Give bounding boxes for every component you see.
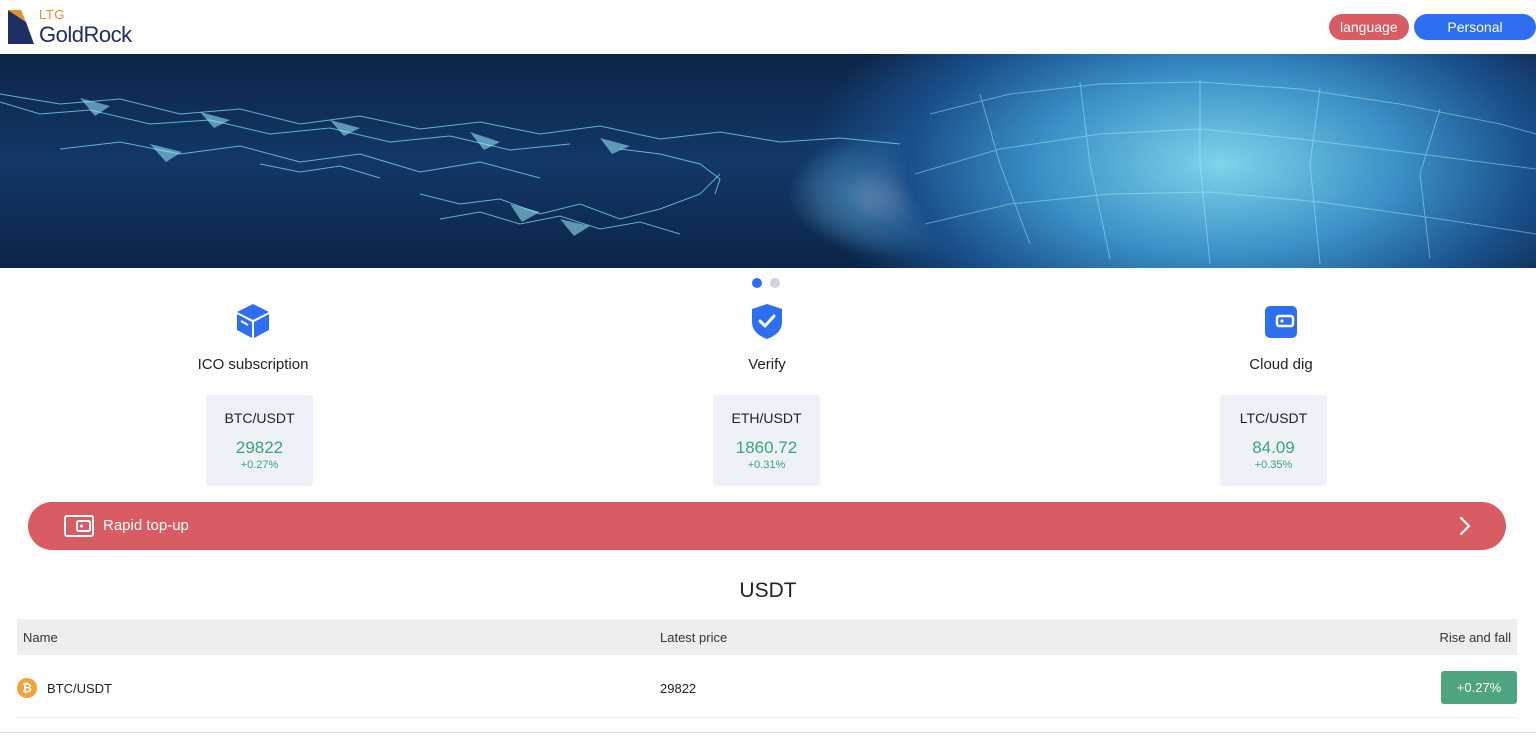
banner-network-graphic (0, 80, 1536, 265)
row-change-badge: +0.27% (1441, 671, 1517, 704)
chevron-right-icon (1459, 516, 1471, 536)
ticker-pair: ETH/USDT (731, 410, 802, 426)
divider (0, 732, 1536, 733)
ticker-pair: BTC/USDT (224, 410, 295, 426)
hero-banner[interactable] (0, 54, 1536, 268)
column-header-latest-price: Latest price (660, 630, 728, 645)
ticker-card-btc[interactable]: BTC/USDT 29822 +0.27% (206, 395, 313, 486)
ticker-price: 84.09 (1252, 438, 1295, 457)
ticker-price: 29822 (235, 438, 284, 457)
language-button[interactable]: language (1329, 14, 1409, 40)
column-header-rise-and-fall: Rise and fall (1439, 630, 1511, 645)
header: LTG GoldRock language Personal Center (0, 0, 1536, 61)
ticker-price: 1860.72 (735, 438, 798, 457)
ticker-pair: LTC/USDT (1239, 410, 1308, 426)
table-row[interactable]: ₿ BTC/USDT 29822 +0.27% (17, 662, 1517, 718)
feature-label: Verify (748, 356, 786, 373)
ticker-card-ltc[interactable]: LTC/USDT 84.09 +0.35% (1220, 395, 1327, 486)
rapid-topup-label: Rapid top-up (103, 517, 189, 534)
carousel-dot[interactable] (770, 278, 780, 288)
feature-cloud-dig[interactable]: Cloud dig (1181, 300, 1381, 380)
column-header-name: Name (23, 630, 58, 645)
logo-subtitle: LTG (39, 7, 65, 22)
market-title: USDT (739, 579, 797, 602)
wallet-icon (1265, 306, 1297, 338)
feature-ico-subscription[interactable]: ICO subscription (153, 300, 353, 380)
box-icon (237, 304, 269, 338)
carousel-indicator (752, 278, 782, 290)
ticker-change: +0.35% (1254, 459, 1293, 471)
bitcoin-icon: ₿ (17, 678, 37, 698)
wallet-icon (64, 515, 94, 537)
shield-check-icon (752, 304, 782, 339)
logo-mark-icon (8, 10, 34, 44)
feature-label: Cloud dig (1249, 356, 1313, 373)
row-pair-name: BTC/USDT (47, 681, 112, 696)
market-table-header: Name Latest price Rise and fall (17, 619, 1517, 655)
feature-label: ICO subscription (197, 356, 309, 373)
rapid-topup-button[interactable]: Rapid top-up (28, 502, 1506, 550)
row-latest-price: 29822 (660, 681, 697, 696)
ticker-change: +0.27% (240, 459, 279, 471)
feature-verify[interactable]: Verify (667, 300, 867, 380)
carousel-dot-active[interactable] (752, 278, 762, 288)
logo-title: GoldRock (39, 22, 132, 47)
ticker-change: +0.31% (747, 459, 786, 471)
personal-center-button[interactable]: Personal Center (1414, 14, 1536, 61)
logo[interactable]: LTG GoldRock (8, 6, 132, 48)
ticker-card-eth[interactable]: ETH/USDT 1860.72 +0.31% (713, 395, 820, 486)
